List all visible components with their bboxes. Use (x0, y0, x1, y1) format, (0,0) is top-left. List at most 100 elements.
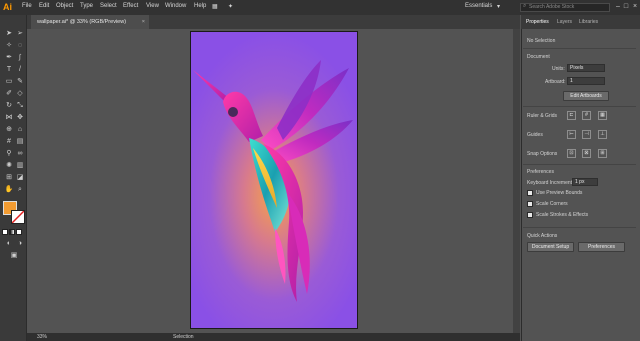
smart-guides-icon[interactable]: ⊥ (598, 130, 607, 139)
grid-icon[interactable]: # (582, 111, 591, 120)
menu-edit[interactable]: Edit (39, 3, 49, 9)
blend-tool-icon[interactable]: ∞ (15, 149, 25, 159)
gradient-tool-icon[interactable]: ▤ (15, 137, 25, 147)
graph-tool-icon[interactable]: ▥ (15, 161, 25, 171)
hummingbird-artwork (193, 60, 353, 302)
preferences-heading: Preferences (527, 169, 554, 175)
perspective-grid-tool-icon[interactable]: ⌂ (15, 125, 25, 135)
gradient-mode-icon[interactable] (9, 229, 15, 235)
scale-strokes-checkbox[interactable] (527, 212, 533, 218)
search-icon: ⌕ (523, 3, 527, 9)
selection-tool-icon[interactable]: ➤ (4, 29, 14, 39)
pen-tool-icon[interactable]: ✒ (4, 53, 14, 63)
chevron-down-icon[interactable]: ▾ (497, 3, 500, 10)
eraser-tool-icon[interactable]: ◇ (15, 89, 25, 99)
divider (523, 227, 636, 228)
menu-file[interactable]: File (22, 3, 32, 9)
slice-tool-icon[interactable]: ◪ (15, 173, 25, 183)
close-icon[interactable]: × (631, 2, 639, 12)
menu-window[interactable]: Window (165, 3, 186, 9)
tab-layers[interactable]: Layers (557, 19, 572, 25)
transparency-grid-icon[interactable]: ▦ (598, 111, 607, 120)
arrange-documents-icon[interactable]: ▦ (212, 3, 218, 10)
lasso-tool-icon[interactable]: ◌ (15, 41, 25, 51)
units-dropdown[interactable]: Pixels (567, 64, 605, 72)
symbol-sprayer-tool-icon[interactable]: ✺ (4, 161, 14, 171)
menu-select[interactable]: Select (100, 3, 117, 9)
selection-status: No Selection (527, 38, 556, 44)
scale-strokes-label: Scale Strokes & Effects (536, 212, 589, 218)
shape-builder-tool-icon[interactable]: ⊕ (4, 125, 14, 135)
eyedropper-tool-icon[interactable]: ⚲ (4, 149, 14, 159)
pencil-tool-icon[interactable]: ✎ (15, 77, 25, 87)
bird-tail-inner (275, 228, 286, 284)
rulers-icon[interactable]: ⊏ (567, 111, 576, 120)
menu-effect[interactable]: Effect (123, 3, 138, 9)
curvature-tool-icon[interactable]: ∫ (15, 53, 25, 63)
vertical-scrollbar[interactable] (513, 29, 520, 333)
zoom-tool-icon[interactable]: ⌕ (15, 185, 25, 195)
workspace-switcher[interactable]: Essentials (465, 3, 492, 9)
status-bar: 33% Selection (27, 333, 520, 341)
document-heading: Document (527, 54, 550, 60)
zoom-level[interactable]: 33% (37, 334, 47, 340)
snap-to-grid-icon[interactable]: ⊞ (598, 149, 607, 158)
brush-tool-icon[interactable]: ✐ (4, 89, 14, 99)
preferences-button[interactable]: Preferences (578, 242, 625, 252)
edit-artboards-button[interactable]: Edit Artboards (563, 91, 609, 101)
menu-help[interactable]: Help (194, 3, 206, 9)
snap-to-pixel-icon[interactable]: ⊠ (582, 149, 591, 158)
snap-options-heading: Snap Options (527, 151, 558, 157)
snap-to-point-icon[interactable]: ⊡ (567, 149, 576, 158)
maximize-icon[interactable]: □ (622, 2, 630, 12)
document-tab[interactable]: wallpaper.ai* @ 33% (RGB/Preview) × (31, 15, 149, 29)
bird-eye (228, 107, 238, 117)
use-preview-bounds-label: Use Preview Bounds (536, 190, 583, 196)
artboard-dropdown[interactable]: 1 (567, 77, 605, 85)
menu-view[interactable]: View (146, 3, 159, 9)
tab-properties[interactable]: Properties (526, 19, 549, 25)
direct-selection-tool-icon[interactable]: ➢ (15, 29, 25, 39)
draw-behind-icon[interactable]: ◑ (15, 239, 25, 249)
tab-libraries[interactable]: Libraries (579, 19, 598, 25)
stroke-color-swatch[interactable] (11, 210, 25, 224)
use-preview-bounds-checkbox[interactable] (527, 190, 533, 196)
free-transform-tool-icon[interactable]: ✥ (15, 113, 25, 123)
current-tool-status[interactable]: Selection (173, 334, 194, 340)
quick-actions-heading: Quick Actions (527, 233, 558, 239)
hand-tool-icon[interactable]: ✋ (4, 185, 14, 195)
show-guides-icon[interactable]: ⊢ (567, 130, 576, 139)
rectangle-tool-icon[interactable]: ▭ (4, 77, 14, 87)
color-mode-icon[interactable] (2, 229, 8, 235)
lock-guides-icon[interactable]: ⊣ (582, 130, 591, 139)
width-tool-icon[interactable]: ⋈ (4, 113, 14, 123)
divider (523, 164, 636, 165)
divider (523, 48, 636, 49)
gpu-performance-icon[interactable]: ✦ (228, 3, 233, 10)
type-tool-icon[interactable]: T (4, 65, 14, 75)
keyboard-increment-label: Keyboard Increment: (527, 180, 574, 186)
scale-corners-label: Scale Corners (536, 201, 568, 207)
mesh-tool-icon[interactable]: # (4, 137, 14, 147)
panel-tabs: Properties Layers Libraries (521, 15, 640, 29)
minimize-icon[interactable]: – (614, 2, 622, 12)
menu-type[interactable]: Type (80, 3, 93, 9)
screen-mode-icon[interactable]: ▣ (9, 251, 19, 261)
draw-normal-icon[interactable]: ◐ (4, 239, 14, 249)
scale-tool-icon[interactable]: ⤡ (15, 101, 25, 111)
artboard-tool-icon[interactable]: ⊞ (4, 173, 14, 183)
magic-wand-tool-icon[interactable]: ✧ (4, 41, 14, 51)
stock-search-input[interactable]: Search Adobe Stock (520, 3, 610, 12)
rotate-tool-icon[interactable]: ↻ (4, 101, 14, 111)
none-mode-icon[interactable] (16, 229, 22, 235)
close-tab-icon[interactable]: × (142, 15, 145, 29)
document-setup-button[interactable]: Document Setup (527, 242, 574, 252)
line-tool-icon[interactable]: / (15, 65, 25, 75)
rulers-grids-heading: Ruler & Grids (527, 113, 558, 119)
app-logo: Ai (3, 2, 12, 12)
menu-object[interactable]: Object (56, 3, 73, 9)
artboard[interactable] (190, 31, 358, 329)
scale-corners-checkbox[interactable] (527, 201, 533, 207)
keyboard-increment-input[interactable]: 1 px (572, 178, 598, 186)
bird-head (223, 91, 263, 142)
